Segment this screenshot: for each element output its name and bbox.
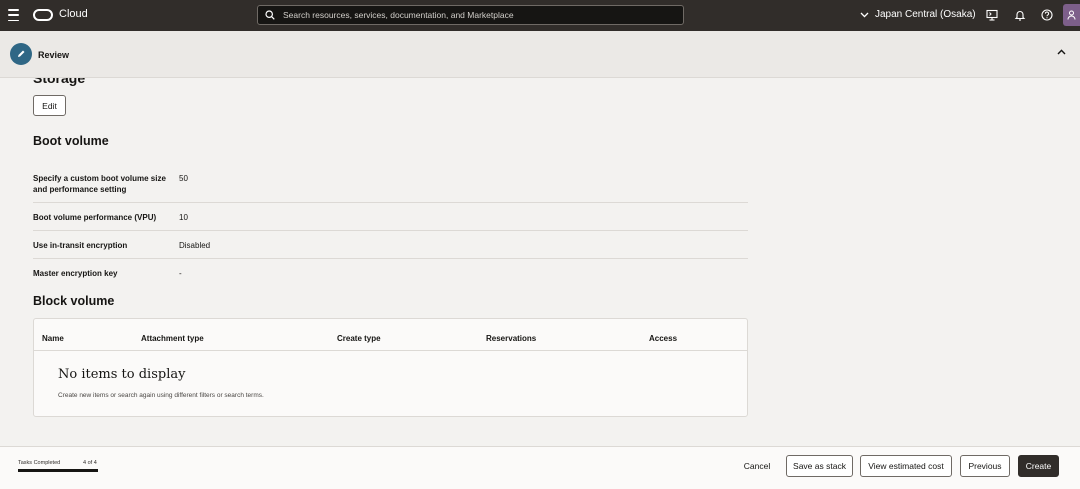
previous-button[interactable]: Previous: [960, 455, 1010, 477]
create-button[interactable]: Create: [1018, 455, 1059, 477]
profile-avatar[interactable]: [1063, 4, 1080, 26]
review-step-label: Review: [38, 50, 70, 60]
chevron-down-icon: [860, 12, 869, 18]
search-box[interactable]: [257, 5, 684, 25]
boot-volume-row: Boot volume performance (VPU) 10: [33, 203, 748, 231]
column-header-access[interactable]: Access: [649, 334, 677, 343]
boot-volume-row: Specify a custom boot volume size and pe…: [33, 171, 748, 203]
row-key: Master encryption key: [33, 269, 118, 278]
oracle-logo-icon[interactable]: [33, 9, 53, 21]
boot-volume-row: Master encryption key -: [33, 259, 748, 287]
empty-state-message: Create new items or search again using d…: [58, 392, 264, 399]
tasks-completed-count: 4 of 4: [83, 460, 97, 466]
row-value: 50: [179, 174, 188, 183]
chevron-up-icon[interactable]: [1057, 49, 1066, 55]
row-value: -: [179, 269, 182, 278]
empty-state-title: No items to display: [58, 367, 186, 382]
review-step-header: Review: [0, 31, 1080, 78]
progress-fill: [18, 469, 98, 472]
tasks-completed-label: Tasks Completed: [18, 460, 61, 466]
row-value: 10: [179, 213, 188, 222]
cloud-shell-icon[interactable]: [986, 9, 998, 21]
boot-volume-title: Boot volume: [33, 134, 109, 148]
brand-name[interactable]: Cloud: [59, 8, 88, 20]
search-input[interactable]: [283, 10, 663, 20]
region-label: Japan Central (Osaka): [875, 9, 976, 20]
user-icon: [1067, 10, 1076, 20]
row-value: Disabled: [179, 241, 211, 250]
cancel-button[interactable]: Cancel: [736, 455, 778, 477]
storage-section-title: Storage: [33, 78, 86, 86]
column-header-reservations[interactable]: Reservations: [486, 334, 536, 343]
tasks-progress-bar: [18, 469, 98, 472]
help-icon[interactable]: [1041, 9, 1053, 21]
column-header-attachment-type[interactable]: Attachment type: [141, 334, 204, 343]
view-estimated-cost-button[interactable]: View estimated cost: [860, 455, 952, 477]
block-volume-title: Block volume: [33, 294, 115, 308]
menu-icon[interactable]: [8, 9, 19, 21]
review-content: Storage Edit Boot volume Specify a custo…: [0, 78, 1080, 446]
pencil-icon: [18, 50, 25, 57]
boot-volume-row: Use in-transit encryption Disabled: [33, 231, 748, 259]
row-key: Boot volume performance (VPU): [33, 213, 157, 222]
save-as-stack-button[interactable]: Save as stack: [786, 455, 853, 477]
region-selector[interactable]: Japan Central (Osaka): [860, 9, 976, 20]
bell-icon[interactable]: [1014, 9, 1026, 21]
column-header-create-type[interactable]: Create type: [337, 334, 381, 343]
wizard-footer: Tasks Completed 4 of 4 Cancel Save as st…: [0, 446, 1080, 489]
row-key: Specify a custom boot volume size and pe…: [33, 174, 166, 194]
review-step-badge: [10, 43, 32, 65]
edit-storage-button[interactable]: Edit: [33, 95, 66, 116]
column-header-name[interactable]: Name: [42, 334, 64, 343]
table-header: Name Attachment type Create type Reserva…: [34, 319, 747, 351]
search-icon: [265, 10, 275, 20]
row-key: Use in-transit encryption: [33, 241, 128, 250]
block-volume-table: Name Attachment type Create type Reserva…: [33, 318, 748, 417]
top-bar: Cloud Japan Central (Osaka): [0, 0, 1080, 31]
